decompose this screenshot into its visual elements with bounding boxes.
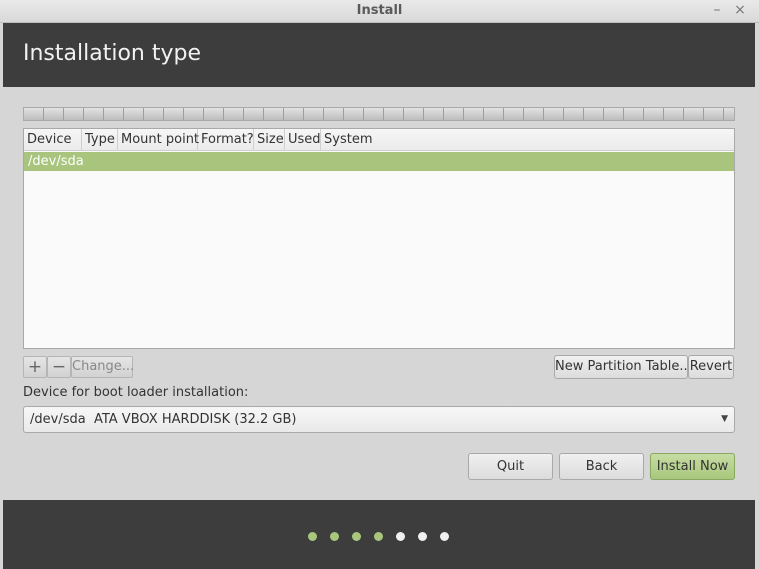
partition-table[interactable]: Device Type Mount point Format? Size Use…	[23, 128, 735, 349]
partition-bar	[23, 107, 735, 121]
progress-dot	[418, 532, 427, 541]
title-bar: Install – ×	[0, 0, 759, 23]
column-device[interactable]: Device	[24, 129, 82, 150]
change-partition-button[interactable]: Change...	[71, 356, 134, 378]
column-type[interactable]: Type	[82, 129, 118, 150]
quit-button[interactable]: Quit	[468, 453, 553, 480]
device-cell: /dev/sda	[28, 154, 84, 169]
add-partition-button[interactable]: +	[23, 356, 47, 378]
bootloader-select[interactable]: /dev/sda ATA VBOX HARDDISK (32.2 GB) ▼	[23, 406, 735, 433]
dropdown-arrow-icon: ▼	[721, 414, 728, 424]
revert-button[interactable]: Revert	[688, 355, 734, 379]
progress-dot	[330, 532, 339, 541]
table-row[interactable]: /dev/sda	[24, 152, 734, 171]
column-format[interactable]: Format?	[198, 129, 254, 150]
progress-dot	[308, 532, 317, 541]
table-header: Device Type Mount point Format? Size Use…	[24, 129, 734, 151]
progress-dot	[440, 532, 449, 541]
progress-dot	[374, 532, 383, 541]
page-header: Installation type	[3, 23, 755, 87]
bootloader-label: Device for boot loader installation:	[23, 385, 249, 400]
column-used[interactable]: Used	[285, 129, 321, 150]
remove-partition-button[interactable]: −	[47, 356, 71, 378]
progress-dot	[396, 532, 405, 541]
new-partition-table-button[interactable]: New Partition Table...	[554, 355, 692, 379]
progress-footer	[3, 500, 755, 569]
column-mount-point[interactable]: Mount point	[118, 129, 199, 150]
back-button[interactable]: Back	[559, 453, 644, 480]
main-content: Device Type Mount point Format? Size Use…	[3, 87, 755, 500]
column-system[interactable]: System	[321, 129, 734, 150]
page-title: Installation type	[23, 41, 201, 66]
close-icon[interactable]: ×	[732, 2, 748, 18]
progress-dot	[352, 532, 361, 541]
window-title: Install	[356, 3, 403, 18]
bootloader-value: /dev/sda ATA VBOX HARDDISK (32.2 GB)	[30, 412, 297, 427]
column-size[interactable]: Size	[254, 129, 285, 150]
install-now-button[interactable]: Install Now	[650, 453, 735, 480]
minimize-icon[interactable]: –	[709, 2, 725, 18]
